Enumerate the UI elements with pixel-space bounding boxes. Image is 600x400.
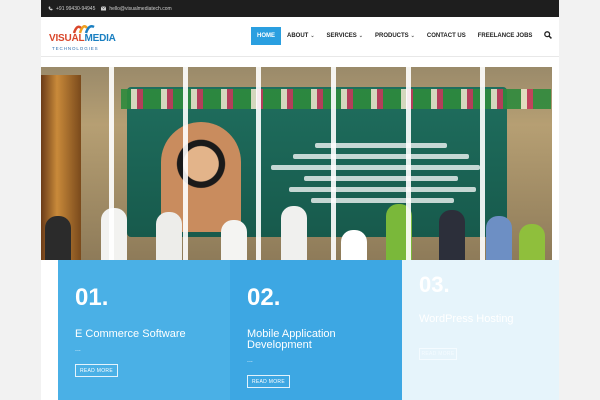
phone-contact[interactable]: +91 99430-94945 [48,6,95,12]
read-more-button[interactable]: READ MORE [75,364,118,377]
chevron-down-icon: ⌄ [310,33,315,39]
nav-item-freelance-jobs[interactable]: FREELANCE JOBS [472,27,539,45]
feature-box-wordpress-hosting: 03. WordPress Hosting READ MORE [402,260,559,400]
chevron-down-icon: ⌄ [410,33,415,39]
logo-wordmark: VISUALMEDIA [49,33,116,44]
nav-item-contact[interactable]: CONTACT US [421,27,472,45]
feature-ellipsis: ... [247,357,253,364]
feature-ellipsis: ... [75,346,81,353]
chevron-down-icon: ⌄ [358,33,363,39]
nav-item-services[interactable]: SERVICES ⌄ [321,27,369,45]
read-more-button[interactable]: READ MORE [247,375,290,388]
nav-item-products[interactable]: PRODUCTS ⌄ [369,27,421,45]
site-logo[interactable]: VISUALMEDIA TECHNOLOGIES [49,22,129,52]
page: +91 99430-94945 hello@visualmediatech.co… [41,0,559,400]
main-nav: HOME ABOUT ⌄ SERVICES ⌄ PRODUCTS ⌄ CONTACT … [251,27,538,45]
top-bar: +91 99430-94945 hello@visualmediatech.co… [41,0,559,17]
feature-box-mobile-app: 02. Mobile Application Development ... R… [230,260,402,400]
phone-text: +91 99430-94945 [56,5,96,12]
phone-icon [48,6,53,11]
nav-item-home[interactable]: HOME [251,27,281,45]
feature-title: Mobile Application Development [247,328,336,351]
feature-title: WordPress Hosting [419,313,514,325]
feature-title: E Commerce Software [75,328,186,340]
read-more-button[interactable]: READ MORE [419,348,457,360]
nav-item-about[interactable]: ABOUT ⌄ [281,27,321,45]
feature-number: 03. [419,272,450,297]
feature-number: 01. [75,284,109,311]
logo-tagline: TECHNOLOGIES [52,46,99,51]
search-icon[interactable] [544,31,552,39]
feature-box-ecommerce: 01. E Commerce Software ... READ MORE [58,260,230,400]
email-contact[interactable]: hello@visualmediatech.com [101,5,172,12]
hero-slider-image [41,67,552,260]
site-header: VISUALMEDIA TECHNOLOGIES HOME ABOUT ⌄ SER… [41,17,559,57]
feature-number: 02. [247,284,281,311]
email-text: hello@visualmediatech.com [109,5,172,12]
mail-icon [101,6,107,11]
